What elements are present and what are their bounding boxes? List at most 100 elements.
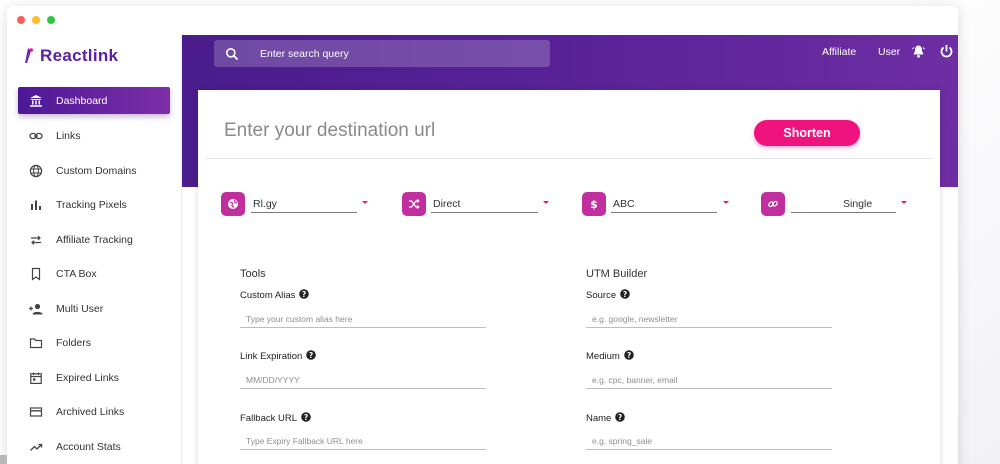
field-label: Link Expiration — [240, 351, 303, 362]
tools-heading: Tools — [240, 268, 266, 280]
sidebar-item-cta-box[interactable]: CTA Box — [18, 260, 170, 287]
sidebar-item-affiliate-tracking[interactable]: Affiliate Tracking — [18, 226, 170, 253]
sidebar-item-label: Folders — [56, 336, 92, 349]
source-label: Source ? — [586, 289, 630, 302]
medium-label: Medium ? — [586, 350, 634, 363]
folder-icon — [28, 335, 44, 351]
sidebar-item-custom-domains[interactable]: Custom Domains — [18, 157, 170, 184]
help-icon[interactable]: ? — [306, 350, 317, 363]
brand-name: Reactlink — [40, 46, 119, 65]
fallback-url-label: Fallback URL ? — [240, 412, 311, 425]
shorten-button[interactable]: Shorten — [754, 120, 860, 146]
svg-text:?: ? — [627, 351, 631, 360]
svg-text:?: ? — [304, 413, 308, 422]
divider — [206, 158, 934, 159]
search-icon — [225, 47, 239, 61]
field-label: Medium — [586, 351, 620, 362]
shuffle-icon — [402, 192, 426, 216]
link-type-value: Single — [843, 198, 873, 210]
custom-alias-label: Custom Alias ? — [240, 289, 310, 302]
sidebar-item-label: Account Stats — [56, 440, 121, 453]
sidebar-item-archived-links[interactable]: Archived Links — [18, 398, 170, 425]
sidebar-item-label: Links — [56, 129, 81, 142]
globe-icon — [28, 163, 44, 179]
trending-up-icon — [28, 439, 44, 455]
field-label: Fallback URL — [240, 413, 298, 424]
sidebar-item-label: Dashboard — [56, 94, 108, 107]
chevron-down-icon — [362, 201, 368, 204]
pixel-select-value: ABC — [613, 198, 635, 210]
user-link[interactable]: User — [878, 46, 900, 58]
utm-medium-input[interactable] — [586, 371, 832, 389]
search-bar[interactable]: Enter search query — [214, 40, 550, 67]
help-icon[interactable]: ? — [620, 289, 630, 302]
sidebar-item-label: Archived Links — [56, 405, 125, 418]
field-label: Name — [586, 413, 612, 424]
svg-text:?: ? — [309, 351, 313, 360]
select-underline — [791, 212, 896, 213]
link-expiration-input[interactable] — [240, 371, 486, 389]
swap-arrows-icon — [28, 232, 44, 248]
sidebar-item-folders[interactable]: Folders — [18, 329, 170, 356]
name-label: Name ? — [586, 412, 626, 425]
sidebar-item-multi-user[interactable]: Multi User — [18, 295, 170, 322]
bank-icon — [28, 93, 44, 109]
power-icon[interactable] — [939, 44, 954, 59]
brand-logo[interactable]: Reactlink — [23, 45, 118, 67]
scrollbar[interactable] — [0, 455, 7, 464]
sidebar-item-tracking-pixels[interactable]: Tracking Pixels — [18, 191, 170, 218]
minimize-window-button[interactable] — [32, 16, 40, 24]
sidebar-item-dashboard[interactable]: Dashboard — [18, 87, 170, 114]
sidebar-item-label: Tracking Pixels — [56, 198, 127, 211]
help-icon[interactable]: ? — [615, 412, 626, 425]
link-shortener-card: Enter your destination url Shorten Rl.gy… — [198, 90, 940, 464]
domain-select[interactable]: Rl.gy — [221, 192, 371, 216]
bar-chart-icon — [28, 197, 44, 213]
sidebar-item-expired-links[interactable]: Expired Links — [18, 364, 170, 391]
help-icon[interactable]: ? — [623, 350, 634, 363]
dollar-icon: $ — [582, 192, 606, 216]
sidebar-item-links[interactable]: Links — [18, 122, 170, 149]
select-underline — [431, 212, 538, 213]
sidebar-item-account-stats[interactable]: Account Stats — [18, 433, 170, 460]
domain-select-value: Rl.gy — [253, 198, 277, 210]
bookmark-icon — [28, 266, 44, 282]
chevron-down-icon — [543, 201, 549, 204]
custom-alias-input[interactable] — [240, 310, 486, 328]
destination-url-input[interactable]: Enter your destination url — [224, 120, 435, 142]
redirect-type-value: Direct — [433, 198, 461, 210]
search-input[interactable]: Enter search query — [260, 48, 349, 60]
sidebar-item-label: Affiliate Tracking — [56, 233, 133, 246]
globe-icon — [221, 192, 245, 216]
link-icon — [28, 128, 44, 144]
card-icon — [28, 404, 44, 420]
maximize-window-button[interactable] — [47, 16, 55, 24]
sidebar-item-label: CTA Box — [56, 267, 97, 280]
affiliate-link[interactable]: Affiliate — [822, 46, 856, 58]
field-label: Custom Alias — [240, 290, 296, 301]
sidebar-item-label: Custom Domains — [56, 164, 137, 177]
sidebar: Reactlink Dashboard Links Custom Domains — [7, 35, 182, 464]
pixel-select[interactable]: $ ABC — [582, 192, 732, 216]
utm-builder-heading: UTM Builder — [586, 268, 648, 280]
utm-name-input[interactable] — [586, 432, 832, 450]
app-window: Reactlink Dashboard Links Custom Domains — [7, 6, 958, 464]
chevron-down-icon — [723, 201, 729, 204]
svg-text:?: ? — [618, 413, 622, 422]
link-expiration-label: Link Expiration ? — [240, 350, 317, 363]
utm-source-input[interactable] — [586, 310, 832, 328]
help-icon[interactable]: ? — [301, 412, 311, 425]
calendar-icon — [28, 370, 44, 386]
fallback-url-input[interactable] — [240, 432, 486, 450]
select-underline — [251, 212, 357, 213]
help-icon[interactable]: ? — [299, 289, 310, 302]
link-type-select[interactable]: Single — [761, 192, 911, 216]
close-window-button[interactable] — [17, 16, 25, 24]
sidebar-item-label: Expired Links — [56, 371, 120, 384]
svg-text:$: $ — [590, 198, 598, 210]
redirect-type-select[interactable]: Direct — [402, 192, 552, 216]
select-underline — [611, 212, 717, 213]
bell-icon[interactable] — [911, 44, 926, 59]
chevron-down-icon — [901, 201, 907, 204]
svg-text:?: ? — [302, 290, 306, 299]
